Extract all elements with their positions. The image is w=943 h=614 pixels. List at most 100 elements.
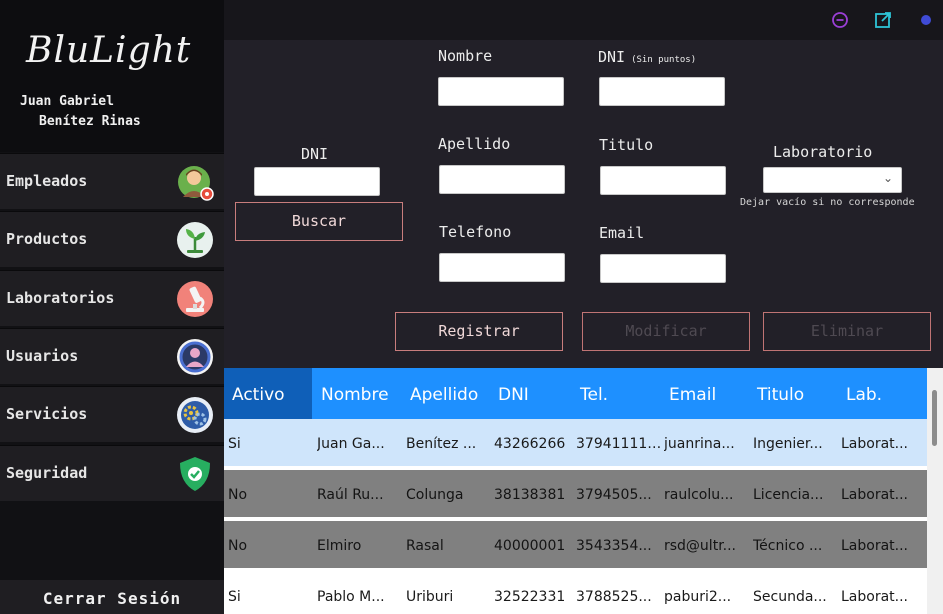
sidebar-item-productos[interactable]: Productos bbox=[0, 211, 224, 267]
table-cell-activo: No bbox=[228, 538, 248, 554]
column-header-lab[interactable]: Lab. bbox=[846, 368, 882, 419]
laboratorio-select[interactable]: ⌄ bbox=[763, 167, 902, 193]
table-cell-nombre: Pablo M... bbox=[317, 589, 385, 605]
table-cell-apellido: Rasal bbox=[406, 538, 444, 554]
table-cell-email: juanrina... bbox=[664, 436, 735, 452]
column-header-tel[interactable]: Tel. bbox=[580, 368, 608, 419]
table-cell-activo: Si bbox=[228, 589, 241, 605]
table-header: Activo Nombre Apellido DNI Tel. Email Ti… bbox=[224, 368, 927, 419]
table-cell-apellido: Colunga bbox=[406, 487, 464, 503]
table-cell-tel: 3788525... bbox=[576, 589, 652, 605]
nombre-label: Nombre bbox=[438, 47, 493, 65]
sidebar-item-laboratorios[interactable]: Laboratorios bbox=[0, 270, 224, 326]
user-icon bbox=[177, 339, 213, 375]
table-cell-tel: 3543354... bbox=[576, 538, 652, 554]
table-cell-tel: 3794111111 bbox=[576, 436, 662, 452]
sidebar-item-empleados[interactable]: Empleados bbox=[0, 153, 224, 209]
sidebar-item-label: Usuarios bbox=[6, 347, 79, 365]
user-name-line2: Benítez Rinas bbox=[39, 114, 141, 129]
table-cell-email: raulcolu... bbox=[664, 487, 734, 503]
sidebar-item-usuarios[interactable]: Usuarios bbox=[0, 328, 224, 384]
apellido-input[interactable] bbox=[439, 165, 565, 194]
registrar-button[interactable]: Registrar bbox=[395, 312, 563, 351]
table-cell-lab: Laborat... bbox=[841, 436, 909, 452]
dni-hint: (Sin puntos) bbox=[631, 55, 697, 65]
table-cell-tel: 3794505... bbox=[576, 487, 652, 503]
table-cell-dni: 40000001 bbox=[494, 538, 566, 554]
table-row[interactable]: Si Juan Ga... Benítez ... 43266266 379411111… bbox=[224, 419, 927, 468]
titulo-input[interactable] bbox=[600, 166, 726, 195]
table-cell-titulo: Secunda... bbox=[753, 589, 827, 605]
table-scrollbar[interactable] bbox=[927, 368, 943, 614]
microscope-icon bbox=[177, 281, 213, 317]
app-logo: BluLight bbox=[26, 30, 192, 71]
search-dni-label: DNI bbox=[301, 145, 329, 163]
brand-area: BluLight Juan Gabriel Benítez Rinas bbox=[0, 0, 224, 152]
eliminar-button[interactable]: Eliminar bbox=[763, 312, 931, 351]
column-header-dni[interactable]: DNI bbox=[498, 368, 529, 419]
sidebar-item-label: Empleados bbox=[6, 172, 88, 190]
table-cell-email: rsd@ultr... bbox=[664, 538, 737, 554]
email-input[interactable] bbox=[600, 254, 726, 283]
table-cell-nombre: Juan Ga... bbox=[317, 436, 385, 452]
column-header-titulo[interactable]: Titulo bbox=[757, 368, 804, 419]
close-icon[interactable] bbox=[916, 10, 936, 30]
dni-label-text: DNI bbox=[598, 48, 626, 66]
search-button[interactable]: Buscar bbox=[235, 202, 403, 241]
table-cell-dni: 38138381 bbox=[494, 487, 566, 503]
modificar-button[interactable]: Modificar bbox=[582, 312, 750, 351]
column-header-apellido[interactable]: Apellido bbox=[410, 368, 478, 419]
user-name-line1: Juan Gabriel bbox=[20, 94, 114, 109]
laboratorio-label: Laboratorio bbox=[773, 143, 873, 161]
sidebar-item-label: Laboratorios bbox=[6, 289, 115, 307]
laboratorio-hint: Dejar vacío si no corresponde bbox=[740, 197, 915, 208]
external-link-icon[interactable] bbox=[873, 10, 893, 30]
chevron-down-icon: ⌄ bbox=[882, 171, 893, 185]
shield-check-icon bbox=[180, 457, 210, 491]
titulo-label: Titulo bbox=[599, 136, 654, 154]
table-cell-lab: Laborat... bbox=[841, 589, 909, 605]
sidebar-item-label: Servicios bbox=[6, 405, 88, 423]
table-cell-lab: Laborat... bbox=[841, 538, 909, 554]
column-header-nombre[interactable]: Nombre bbox=[321, 368, 389, 419]
table-cell-titulo: Técnico ... bbox=[753, 538, 823, 554]
email-label: Email bbox=[599, 224, 645, 242]
employee-form: DNI Buscar Nombre Apellido Telefono DNI (… bbox=[224, 40, 943, 368]
plant-icon bbox=[177, 222, 213, 258]
sidebar-item-servicios[interactable]: Servicios bbox=[0, 386, 224, 442]
nombre-input[interactable] bbox=[438, 77, 564, 106]
table-row[interactable]: Si Pablo M... Uriburi 32522331 3788525... pab… bbox=[224, 572, 927, 614]
column-header-email[interactable]: Email bbox=[669, 368, 716, 419]
table-row[interactable]: No Elmiro Rasal 40000001 3543354... rsd@ultr.… bbox=[224, 521, 927, 570]
dni-label: DNI (Sin puntos) bbox=[598, 48, 696, 66]
dni-input[interactable] bbox=[599, 77, 725, 106]
apellido-label: Apellido bbox=[438, 135, 511, 153]
sidebar-item-seguridad[interactable]: Seguridad bbox=[0, 445, 224, 501]
column-header-activo[interactable]: Activo bbox=[224, 368, 312, 419]
table-cell-activo: Si bbox=[228, 436, 241, 452]
table-cell-apellido: Benítez ... bbox=[406, 436, 477, 452]
table-cell-titulo: Licencia... bbox=[753, 487, 824, 503]
sidebar-item-label: Seguridad bbox=[6, 464, 88, 482]
table-cell-nombre: Raúl Ru... bbox=[317, 487, 384, 503]
table-cell-lab: Laborat... bbox=[841, 487, 909, 503]
gears-icon bbox=[177, 397, 213, 433]
minimize-icon[interactable] bbox=[830, 10, 850, 30]
table-cell-titulo: Ingenier... bbox=[753, 436, 823, 452]
table-row[interactable]: No Raúl Ru... Colunga 38138381 3794505... rau… bbox=[224, 470, 927, 519]
table-cell-dni: 32522331 bbox=[494, 589, 566, 605]
sidebar: BluLight Juan Gabriel Benítez Rinas Empl… bbox=[0, 0, 224, 614]
search-dni-input[interactable] bbox=[254, 167, 380, 196]
sidebar-item-label: Productos bbox=[6, 230, 88, 248]
user-name: Juan Gabriel Benítez Rinas bbox=[20, 92, 141, 132]
table-cell-activo: No bbox=[228, 487, 248, 503]
telefono-input[interactable] bbox=[439, 253, 565, 282]
employees-table: Activo Nombre Apellido DNI Tel. Email Ti… bbox=[224, 368, 927, 614]
table-cell-email: paburi2... bbox=[664, 589, 732, 605]
table-cell-apellido: Uriburi bbox=[406, 589, 454, 605]
scrollbar-thumb[interactable] bbox=[932, 390, 937, 446]
window-titlebar bbox=[224, 0, 943, 40]
telefono-label: Telefono bbox=[439, 223, 512, 241]
table-cell-nombre: Elmiro bbox=[317, 538, 362, 554]
logout-button[interactable]: Cerrar Sesión bbox=[0, 580, 224, 614]
